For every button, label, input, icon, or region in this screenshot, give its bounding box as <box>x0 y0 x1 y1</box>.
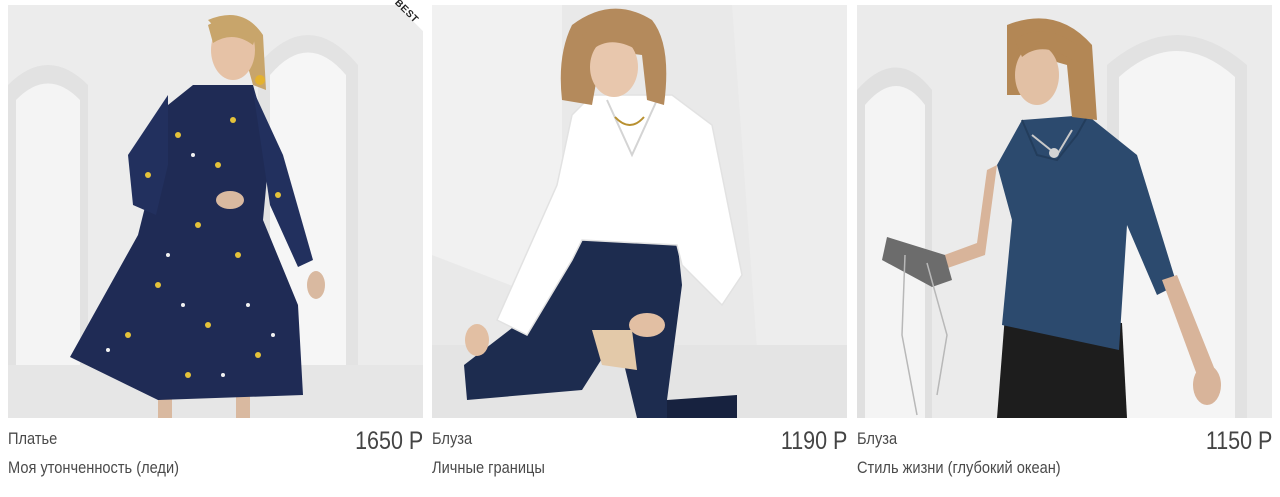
product-name-link[interactable]: Моя утонченность (леди) <box>8 458 179 478</box>
best-badge: BEST <box>379 0 423 44</box>
best-badge-label: BEST <box>392 0 421 26</box>
product-photo <box>857 5 1272 418</box>
product-name-link[interactable]: Стиль жизни (глубокий океан) <box>857 458 1061 478</box>
product-price: 1150 Р <box>1205 427 1272 455</box>
product-price: 1650 Р <box>354 427 423 455</box>
product-photo <box>432 5 847 418</box>
product-image-link[interactable] <box>857 5 1272 418</box>
product-type: Платье <box>8 429 58 448</box>
product-image-link[interactable] <box>8 5 423 418</box>
product-photo <box>8 5 423 418</box>
product-type: Блуза <box>857 429 898 448</box>
product-name-link[interactable]: Личные границы <box>432 458 545 478</box>
product-type: Блуза <box>432 429 473 448</box>
product-price: 1190 Р <box>780 427 847 455</box>
product-image-link[interactable] <box>432 5 847 418</box>
product-card[interactable]: Блуза Личные границы 1190 Р <box>432 0 847 497</box>
product-grid: BEST Платье Моя утонченность (леди) 1650… <box>0 0 1280 497</box>
product-card[interactable]: Блуза Стиль жизни (глубокий океан) 1150 … <box>857 0 1272 497</box>
product-card[interactable]: BEST Платье Моя утонченность (леди) 1650… <box>8 0 423 497</box>
